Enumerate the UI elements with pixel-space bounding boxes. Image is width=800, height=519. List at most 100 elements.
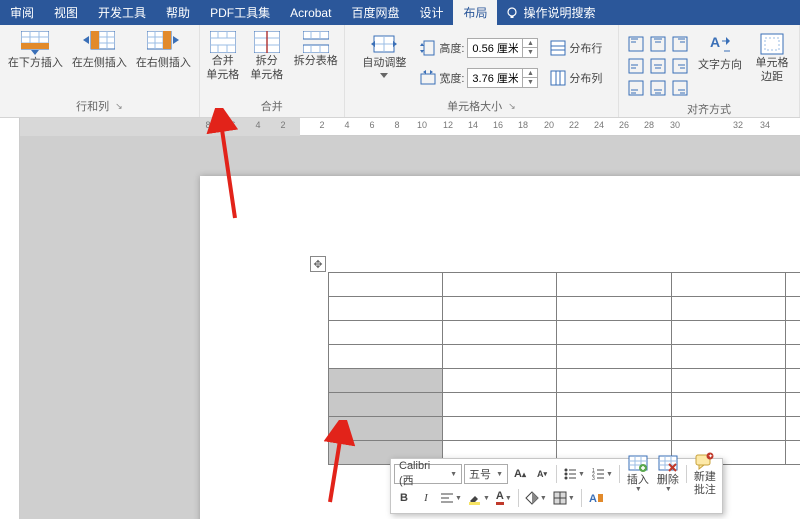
table-row[interactable] bbox=[329, 393, 800, 417]
ruler-mark: 4 bbox=[344, 120, 349, 130]
align-button[interactable]: ▼ bbox=[438, 488, 464, 508]
table-row[interactable] bbox=[329, 417, 800, 441]
document-table[interactable] bbox=[328, 272, 800, 465]
font-color-button[interactable]: A▼ bbox=[494, 488, 514, 508]
mini-insert-button[interactable]: 插入 ▼ bbox=[624, 455, 652, 494]
mini-new-comment-button[interactable]: ✦ 新建 批注 bbox=[691, 452, 719, 495]
text-direction-button[interactable]: A 文字方向 bbox=[695, 31, 745, 75]
tab-devtools[interactable]: 开发工具 bbox=[88, 0, 156, 25]
ruler-mark: 12 bbox=[443, 120, 453, 130]
distribute-rows-icon bbox=[550, 40, 566, 56]
group-merge-label: 合并 bbox=[202, 96, 342, 117]
height-down[interactable]: ▼ bbox=[523, 48, 537, 57]
ruler-mark: 10 bbox=[417, 120, 427, 130]
lightbulb-icon bbox=[505, 6, 519, 20]
insert-right-button[interactable]: 在右侧插入 bbox=[132, 29, 194, 73]
tell-me-label: 操作说明搜索 bbox=[523, 4, 595, 21]
tab-review[interactable]: 审阅 bbox=[0, 0, 44, 25]
align-mr[interactable] bbox=[669, 55, 691, 77]
chevron-down-icon bbox=[380, 73, 388, 78]
borders-button[interactable]: ▼ bbox=[551, 488, 577, 508]
split-cells-button[interactable]: 拆分 单元格 bbox=[246, 29, 288, 85]
width-input[interactable] bbox=[468, 72, 522, 84]
split-cells-icon bbox=[254, 31, 280, 53]
tab-acrobat[interactable]: Acrobat bbox=[280, 0, 341, 25]
italic-button[interactable]: I bbox=[416, 488, 436, 508]
table-move-handle[interactable]: ✥ bbox=[310, 256, 326, 272]
tab-design[interactable]: 设计 bbox=[409, 0, 453, 25]
split-table-icon bbox=[303, 31, 329, 53]
ruler-mark: 2 bbox=[280, 120, 285, 130]
font-family-combo[interactable]: Calibri (西▼ bbox=[394, 464, 462, 484]
ruler-mark: 2 bbox=[319, 120, 324, 130]
mini-delete-button[interactable]: 删除 ▼ bbox=[654, 455, 682, 494]
vertical-ruler[interactable] bbox=[0, 118, 20, 519]
align-tr[interactable] bbox=[669, 33, 691, 55]
horizontal-ruler[interactable]: 8642246810121416182022242628303234 bbox=[20, 118, 800, 136]
dialog-launcher-icon[interactable]: ↘ bbox=[115, 101, 123, 112]
align-br[interactable] bbox=[669, 77, 691, 99]
align-tc[interactable] bbox=[647, 33, 669, 55]
table-row[interactable] bbox=[329, 297, 800, 321]
height-spinner[interactable]: ▲▼ bbox=[467, 38, 538, 58]
width-down[interactable]: ▼ bbox=[523, 78, 537, 87]
svg-text:A: A bbox=[589, 493, 597, 505]
align-mc[interactable] bbox=[647, 55, 669, 77]
insert-col-left-icon bbox=[83, 31, 115, 55]
distribute-rows-button[interactable]: 分布行 bbox=[550, 37, 602, 59]
shading-button[interactable]: ▼ bbox=[523, 488, 549, 508]
bullets-button[interactable]: ▼ bbox=[561, 464, 587, 484]
tell-me-search[interactable]: 操作说明搜索 bbox=[497, 0, 603, 25]
height-input[interactable] bbox=[468, 42, 522, 54]
dialog-launcher-icon[interactable]: ↘ bbox=[508, 101, 516, 112]
ruler-mark: 8 bbox=[394, 120, 399, 130]
align-bc[interactable] bbox=[647, 77, 669, 99]
insert-row-below-icon bbox=[21, 31, 49, 55]
distribute-cols-button[interactable]: 分布列 bbox=[550, 67, 602, 89]
tab-baidu[interactable]: 百度网盘 bbox=[341, 0, 409, 25]
ruler-mark: 14 bbox=[468, 120, 478, 130]
highlight-button[interactable]: ▼ bbox=[466, 488, 492, 508]
align-bl[interactable] bbox=[625, 77, 647, 99]
shrink-font-button[interactable]: A▾ bbox=[532, 464, 552, 484]
ruler-mark: 4 bbox=[255, 120, 260, 130]
delete-table-icon bbox=[658, 455, 678, 473]
styles-button[interactable]: A bbox=[586, 488, 606, 508]
svg-text:A: A bbox=[710, 34, 720, 50]
align-ml[interactable] bbox=[625, 55, 647, 77]
mini-toolbar: Calibri (西▼ 五号▼ A▴ A▾ ▼ 123▼ 插入 ▼ 删除 ▼ ✦… bbox=[390, 458, 723, 514]
ruler-mark: 34 bbox=[760, 120, 770, 130]
merge-cells-button[interactable]: 合并 单元格 bbox=[202, 29, 244, 85]
numbering-button[interactable]: 123▼ bbox=[589, 464, 615, 484]
table-row[interactable] bbox=[329, 345, 800, 369]
height-up[interactable]: ▲ bbox=[523, 39, 537, 48]
cell-margins-button[interactable]: 单元格 边距 bbox=[751, 31, 793, 87]
insert-col-right-icon bbox=[147, 31, 179, 55]
insert-left-button[interactable]: 在左侧插入 bbox=[68, 29, 130, 73]
new-comment-icon: ✦ bbox=[695, 452, 715, 470]
align-tl[interactable] bbox=[625, 33, 647, 55]
bold-button[interactable]: B bbox=[394, 488, 414, 508]
table-row[interactable] bbox=[329, 273, 800, 297]
split-table-button[interactable]: 拆分表格 bbox=[290, 29, 342, 71]
ruler-mark: 18 bbox=[518, 120, 528, 130]
grow-font-button[interactable]: A▴ bbox=[510, 464, 530, 484]
tab-help[interactable]: 帮助 bbox=[156, 0, 200, 25]
table-row[interactable] bbox=[329, 321, 800, 345]
ruler-mark: 32 bbox=[733, 120, 743, 130]
insert-below-button[interactable]: 在下方插入 bbox=[4, 29, 66, 73]
width-up[interactable]: ▲ bbox=[523, 69, 537, 78]
group-rows-cols-label: 行和列 bbox=[76, 98, 109, 114]
table-row[interactable] bbox=[329, 369, 800, 393]
tab-layout[interactable]: 布局 bbox=[453, 0, 497, 25]
document-canvas[interactable]: 8642246810121416182022242628303234 ✥ Cal… bbox=[20, 118, 800, 519]
ruler-mark: 20 bbox=[544, 120, 554, 130]
height-label: 高度: bbox=[439, 40, 464, 56]
tab-pdf-tools[interactable]: PDF工具集 bbox=[200, 0, 280, 25]
tab-view[interactable]: 视图 bbox=[44, 0, 88, 25]
font-size-combo[interactable]: 五号▼ bbox=[464, 464, 508, 484]
cell-margins-icon bbox=[760, 33, 784, 55]
autofit-button[interactable]: 自动调整 bbox=[358, 31, 410, 80]
width-spinner[interactable]: ▲▼ bbox=[467, 68, 538, 88]
row-height-icon bbox=[420, 40, 436, 56]
